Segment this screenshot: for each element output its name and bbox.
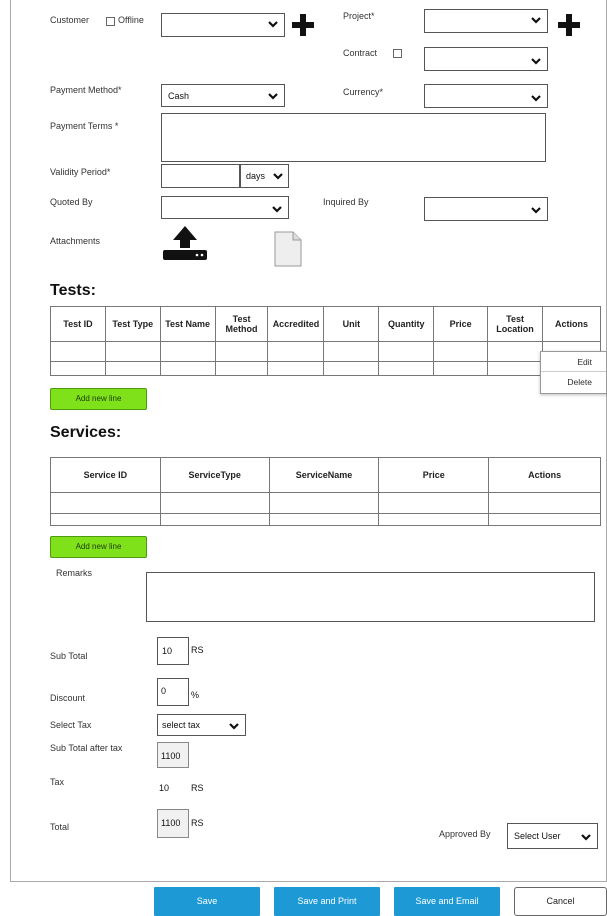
payment-terms-textarea[interactable] bbox=[161, 113, 546, 162]
file-icon[interactable] bbox=[274, 231, 302, 267]
chevron-down-icon bbox=[229, 723, 239, 730]
inquired-by-select[interactable] bbox=[424, 197, 548, 221]
select-tax-select[interactable]: select tax bbox=[157, 714, 246, 736]
sub-total-input[interactable]: 10 bbox=[157, 637, 189, 665]
total-label: Total bbox=[50, 822, 70, 832]
table-row[interactable] bbox=[50, 513, 601, 526]
column-header: Test Name bbox=[159, 306, 216, 342]
payment-method-value: Cash bbox=[168, 91, 190, 101]
contract-label: Contract bbox=[343, 48, 378, 58]
approved-by-value: Select User bbox=[514, 831, 561, 841]
discount-value: 0 bbox=[161, 686, 167, 696]
table-row[interactable] bbox=[50, 361, 601, 376]
column-header: ServiceName bbox=[268, 457, 380, 493]
remarks-textarea[interactable] bbox=[146, 572, 595, 622]
table-row[interactable] bbox=[50, 341, 601, 362]
add-project-icon[interactable] bbox=[558, 14, 580, 36]
sub-total-after-tax-label: Sub Total after tax bbox=[50, 743, 123, 753]
sub-total-unit: RS bbox=[191, 645, 204, 655]
chevron-down-icon bbox=[268, 93, 278, 100]
column-header: Price bbox=[433, 306, 489, 342]
column-header: Service ID bbox=[50, 457, 161, 493]
sub-total-after-tax-field: 1100 bbox=[157, 742, 189, 768]
select-tax-value: select tax bbox=[162, 720, 201, 730]
total-field: 1100 bbox=[157, 809, 189, 838]
tests-table: Test ID Test Type Test Name Test Method … bbox=[50, 306, 601, 376]
attachments-label: Attachments bbox=[50, 236, 101, 246]
table-row[interactable] bbox=[50, 492, 601, 514]
contract-select[interactable] bbox=[424, 47, 548, 71]
chevron-down-icon bbox=[531, 17, 541, 24]
services-table: Service ID ServiceType ServiceName Price… bbox=[50, 457, 601, 526]
chevron-down-icon bbox=[531, 95, 541, 102]
tax-label: Tax bbox=[50, 777, 65, 787]
tests-header-row: Test ID Test Type Test Name Test Method … bbox=[50, 306, 601, 342]
column-header: Test Location bbox=[487, 306, 543, 342]
validity-unit-select[interactable]: days bbox=[240, 164, 289, 188]
project-select[interactable] bbox=[424, 9, 548, 33]
delete-menu-item[interactable]: Delete bbox=[541, 372, 606, 392]
cancel-button[interactable]: Cancel bbox=[514, 887, 607, 916]
save-and-print-button[interactable]: Save and Print bbox=[274, 887, 380, 916]
remarks-label: Remarks bbox=[56, 568, 93, 578]
quoted-by-label: Quoted By bbox=[50, 197, 93, 207]
contract-checkbox[interactable] bbox=[393, 49, 402, 58]
select-tax-label: Select Tax bbox=[50, 720, 92, 730]
services-heading: Services: bbox=[50, 424, 122, 441]
tax-unit: RS bbox=[191, 783, 204, 793]
customer-label: Customer bbox=[50, 15, 90, 25]
upload-icon[interactable] bbox=[161, 224, 209, 262]
currency-label: Currency* bbox=[343, 87, 384, 97]
payment-terms-label: Payment Terms * bbox=[50, 121, 119, 131]
total-value: 1100 bbox=[161, 818, 181, 828]
discount-label: Discount bbox=[50, 693, 86, 703]
validity-period-input[interactable] bbox=[161, 164, 240, 188]
tests-add-line-button[interactable]: Add new line bbox=[50, 388, 147, 410]
save-button[interactable]: Save bbox=[154, 887, 260, 916]
column-header: Actions bbox=[488, 457, 601, 493]
tax-value: 10 bbox=[159, 783, 170, 793]
customer-select[interactable] bbox=[161, 13, 285, 37]
offline-label: Offline bbox=[118, 15, 144, 25]
column-header: Test Method bbox=[214, 306, 269, 342]
payment-method-label: Payment Method* bbox=[50, 85, 122, 95]
project-label: Project* bbox=[343, 11, 375, 21]
approved-by-label: Approved By bbox=[439, 829, 491, 839]
discount-input[interactable]: 0 bbox=[157, 678, 189, 706]
offline-checkbox[interactable] bbox=[106, 17, 115, 26]
chevron-down-icon bbox=[273, 173, 283, 180]
chevron-down-icon bbox=[272, 206, 282, 213]
inquired-by-label: Inquired By bbox=[323, 197, 369, 207]
chevron-down-icon bbox=[268, 21, 278, 28]
currency-select[interactable] bbox=[424, 84, 548, 108]
edit-menu-item[interactable]: Edit bbox=[541, 352, 606, 372]
column-header: Price bbox=[378, 457, 490, 493]
column-header: Test ID bbox=[50, 306, 106, 342]
sub-total-value: 10 bbox=[162, 646, 173, 656]
column-header: Unit bbox=[323, 306, 380, 342]
sub-total-after-tax-value: 1100 bbox=[161, 751, 181, 761]
services-add-line-button[interactable]: Add new line bbox=[50, 536, 147, 558]
services-header-row: Service ID ServiceType ServiceName Price… bbox=[50, 457, 601, 493]
add-customer-icon[interactable] bbox=[292, 14, 314, 36]
validity-unit-value: days bbox=[246, 171, 266, 181]
chevron-down-icon bbox=[531, 207, 541, 214]
quoted-by-select[interactable] bbox=[161, 196, 289, 219]
chevron-down-icon bbox=[581, 834, 591, 841]
chevron-down-icon bbox=[531, 58, 541, 65]
total-unit: RS bbox=[191, 818, 204, 828]
column-header: Accredited bbox=[267, 306, 325, 342]
row-actions-menu: Edit Delete bbox=[540, 351, 607, 394]
column-header: ServiceType bbox=[159, 457, 270, 493]
payment-method-select[interactable]: Cash bbox=[161, 84, 285, 107]
column-header: Quantity bbox=[378, 306, 435, 342]
column-header: Actions bbox=[542, 306, 601, 342]
column-header: Test Type bbox=[104, 306, 161, 342]
sub-total-label: Sub Total bbox=[50, 651, 88, 661]
discount-unit: % bbox=[191, 690, 200, 700]
approved-by-select[interactable]: Select User bbox=[507, 823, 598, 849]
validity-period-label: Validity Period* bbox=[50, 167, 111, 177]
save-and-email-button[interactable]: Save and Email bbox=[394, 887, 500, 916]
tests-heading: Tests: bbox=[50, 282, 96, 299]
